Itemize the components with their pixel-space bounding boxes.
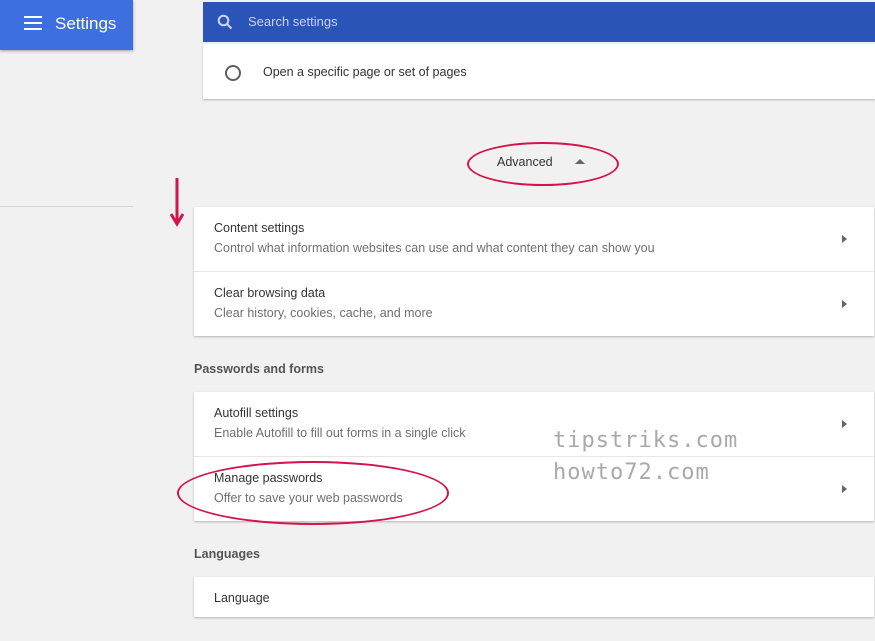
chevron-right-icon[interactable] <box>842 420 847 428</box>
watermark-line: tipstriks.com <box>553 428 739 453</box>
language-row[interactable]: Language <box>194 577 874 641</box>
search-input[interactable]: Search settings <box>248 14 338 29</box>
chevron-right-icon[interactable] <box>842 300 847 308</box>
annotation-ellipse-manage-passwords <box>177 461 449 525</box>
page-title: Settings <box>55 14 117 33</box>
on-startup-card: Open a specific page or set of pages <box>203 44 875 99</box>
startup-option-radio[interactable] <box>225 65 241 81</box>
row-subtitle: Control what information websites can us… <box>214 241 655 255</box>
row-subtitle: Clear history, cookies, cache, and more <box>214 306 433 320</box>
annotation-ellipse-advanced <box>467 142 619 186</box>
startup-option-label: Open a specific page or set of pages <box>263 65 467 79</box>
watermark-line: howto72.com <box>553 460 710 485</box>
row-title: Content settings <box>214 221 305 235</box>
search-icon <box>217 14 233 30</box>
hamburger-menu-icon[interactable] <box>24 16 42 30</box>
row-title: Language <box>214 591 270 605</box>
chevron-right-icon[interactable] <box>842 485 847 493</box>
clear-browsing-data-row[interactable]: Clear browsing data Clear history, cooki… <box>194 272 874 336</box>
section-title-languages: Languages <box>194 547 260 561</box>
search-bar[interactable]: Search settings <box>203 2 875 42</box>
sidebar-divider <box>0 51 133 52</box>
row-title: Autofill settings <box>214 406 299 420</box>
chevron-right-icon[interactable] <box>842 235 847 243</box>
row-subtitle: Enable Autofill to fill out forms in a s… <box>214 426 466 440</box>
autofill-settings-row[interactable]: Autofill settings Enable Autofill to fil… <box>194 392 874 457</box>
section-title-passwords: Passwords and forms <box>194 362 324 376</box>
annotation-arrow-down-icon <box>170 178 184 227</box>
row-title: Clear browsing data <box>214 286 326 300</box>
app-header: Settings <box>0 0 133 50</box>
sidebar-divider <box>0 206 133 207</box>
languages-card: Language <box>194 577 874 617</box>
content-settings-row[interactable]: Content settings Control what informatio… <box>194 207 874 272</box>
privacy-card: Content settings Control what informatio… <box>194 207 874 336</box>
